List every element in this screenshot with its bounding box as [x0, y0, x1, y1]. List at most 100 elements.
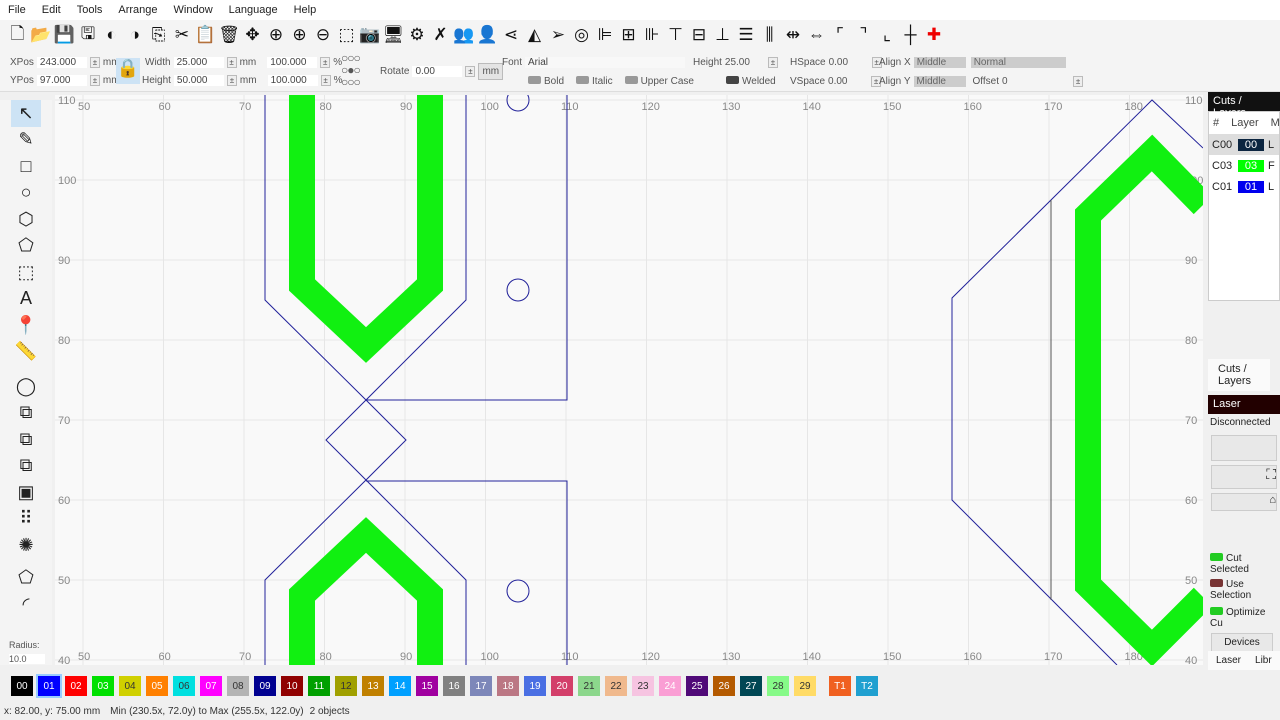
menu-language[interactable]: Language — [221, 4, 286, 16]
cut-mode[interactable]: F — [1268, 160, 1275, 172]
xpos-input[interactable]: 243.000 — [36, 56, 87, 68]
palette-color-01[interactable]: 01 — [36, 674, 62, 698]
settings-icon[interactable]: ⚙ — [406, 23, 429, 47]
align-center-icon[interactable]: ⊞ — [617, 23, 640, 47]
palette-color-04[interactable]: 04 — [119, 676, 141, 696]
align-middle-icon[interactable]: ⊟ — [688, 23, 711, 47]
corner-tl-icon[interactable]: ⌜ — [829, 23, 852, 47]
ypos-input[interactable]: 97.000 — [36, 74, 87, 86]
palette-color-10[interactable]: 10 — [281, 676, 303, 696]
hspace-input[interactable]: 0.00 — [829, 57, 869, 68]
distribute-h-icon[interactable]: ☰ — [735, 23, 758, 47]
cut-icon[interactable]: ✂ — [171, 23, 194, 47]
offset-spinner[interactable]: ± — [1073, 75, 1084, 87]
height-input[interactable]: 50.000 — [173, 74, 224, 86]
edit-nodes-tool-icon[interactable]: ⬠ — [11, 565, 41, 592]
corner-bl-icon[interactable]: ⌞ — [876, 23, 899, 47]
hpct-spinner[interactable]: ± — [320, 74, 331, 86]
palette-color-21[interactable]: 21 — [578, 676, 600, 696]
tools-icon[interactable]: ✗ — [429, 23, 452, 47]
polygon-edit-tool-icon[interactable]: ⬠ — [11, 233, 41, 260]
layer-swatch[interactable]: 01 — [1238, 180, 1264, 193]
height-spinner[interactable]: ± — [226, 74, 237, 86]
open-folder-icon[interactable]: 📂 — [30, 23, 53, 47]
cut-row[interactable]: C01 01 L — [1209, 176, 1279, 197]
target-icon[interactable]: ◎ — [570, 23, 593, 47]
palette-color-08[interactable]: 08 — [227, 676, 249, 696]
palette-color-27[interactable]: 27 — [740, 676, 762, 696]
bold-toggle[interactable]: Bold — [528, 75, 564, 87]
palette-color-24[interactable]: 24 — [659, 676, 681, 696]
zoom-in-icon[interactable]: ⊕ — [288, 23, 311, 47]
align-top-icon[interactable]: ⊤ — [664, 23, 687, 47]
mirror-icon[interactable]: ◭ — [523, 23, 546, 47]
palette-color-19[interactable]: 19 — [524, 676, 546, 696]
italic-toggle[interactable]: Italic — [576, 75, 613, 87]
palette-color-11[interactable]: 11 — [308, 676, 330, 696]
select-tool-icon[interactable]: ↖ — [11, 100, 41, 127]
align-left-icon[interactable]: ⊫ — [594, 23, 617, 47]
home-icon[interactable]: ⌂ — [1211, 493, 1277, 511]
ypos-spinner[interactable]: ± — [89, 74, 100, 86]
red-crosshair-icon[interactable]: ✚ — [923, 23, 946, 47]
palette-color-09[interactable]: 09 — [254, 676, 276, 696]
canvas-drawing[interactable]: 50 50 60 60 70 70 80 80 90 90 100 100 110 110 120 120 13… — [55, 95, 1203, 665]
height-percent-input[interactable]: 100.000 — [267, 74, 318, 86]
align-bottom-icon[interactable]: ⊥ — [711, 23, 734, 47]
mm-button[interactable]: mm — [478, 62, 504, 80]
palette-color-23[interactable]: 23 — [632, 676, 654, 696]
flip-horizontal-icon[interactable]: ⋖ — [500, 23, 523, 47]
rounded-corner-tool-icon[interactable]: ◜ — [11, 591, 41, 618]
crosshair-icon[interactable]: ┼ — [899, 23, 922, 47]
width-spinner[interactable]: ± — [226, 56, 237, 68]
polygon-tool-icon[interactable]: ⬡ — [11, 206, 41, 233]
vspace-input[interactable]: 0.00 — [828, 76, 868, 87]
palette-color-15[interactable]: 15 — [416, 676, 438, 696]
palette-color-07[interactable]: 07 — [200, 676, 222, 696]
pen-tool-icon[interactable]: ✎ — [11, 127, 41, 154]
offset-input[interactable]: 0 — [1002, 76, 1070, 87]
frame-tool-icon[interactable]: ⬚ — [11, 259, 41, 286]
palette-color-12[interactable]: 12 — [335, 676, 357, 696]
array-grid-tool-icon[interactable]: ⠿ — [11, 506, 41, 533]
radius-input[interactable]: 10.0 — [9, 654, 45, 664]
palette-color-03[interactable]: 03 — [92, 676, 114, 696]
circular-array-tool-icon[interactable]: ✺ — [11, 532, 41, 559]
delete-icon[interactable]: 🗑 — [218, 23, 241, 47]
menu-arrange[interactable]: Arrange — [110, 4, 165, 16]
ellipse-tool-icon[interactable]: ○ — [11, 180, 41, 207]
palette-color-26[interactable]: 26 — [713, 676, 735, 696]
send-icon[interactable]: ➢ — [547, 23, 570, 47]
space-icon[interactable]: ⇔ — [805, 23, 828, 47]
tab-library[interactable]: Libr — [1255, 655, 1272, 666]
move-icon[interactable]: ✥ — [241, 23, 264, 47]
distribute-center-icon[interactable]: ⇹ — [782, 23, 805, 47]
boolean-subtract-tool-icon[interactable]: ⧉ — [11, 426, 41, 453]
text-tool-icon[interactable]: A — [11, 286, 41, 313]
redo-icon[interactable]: ◑ — [124, 23, 147, 47]
palette-color-28[interactable]: 28 — [767, 676, 789, 696]
palette-color-14[interactable]: 14 — [389, 676, 411, 696]
menu-file[interactable]: File — [0, 4, 34, 16]
palette-color-02[interactable]: 02 — [65, 676, 87, 696]
rotate-spinner[interactable]: ± — [465, 65, 476, 77]
align-right-icon[interactable]: ⊪ — [641, 23, 664, 47]
rectangle-tool-icon[interactable]: □ — [11, 153, 41, 180]
users-icon[interactable]: 👥 — [453, 23, 476, 47]
new-file-icon[interactable]: 🗋 — [6, 23, 29, 47]
palette-color-17[interactable]: 17 — [470, 676, 492, 696]
lock-aspect-icon[interactable]: 🔒 — [116, 58, 140, 84]
text-height-input[interactable]: 25.00 — [725, 57, 765, 68]
use-selection-toggle[interactable]: Use Selection — [1208, 577, 1280, 603]
welded-toggle[interactable]: Welded — [726, 75, 776, 87]
position-pin-tool-icon[interactable]: 📍 — [11, 312, 41, 339]
menu-tools[interactable]: Tools — [69, 4, 111, 16]
xpos-spinner[interactable]: ± — [89, 56, 100, 68]
wpct-spinner[interactable]: ± — [320, 56, 331, 68]
zoom-fit-icon[interactable]: ⊕ — [265, 23, 288, 47]
palette-color-22[interactable]: 22 — [605, 676, 627, 696]
cut-selected-toggle[interactable]: Cut Selected — [1208, 551, 1280, 577]
devices-button[interactable]: Devices — [1211, 633, 1273, 652]
align-y-select[interactable]: Middle — [913, 75, 966, 87]
palette-color-20[interactable]: 20 — [551, 676, 573, 696]
